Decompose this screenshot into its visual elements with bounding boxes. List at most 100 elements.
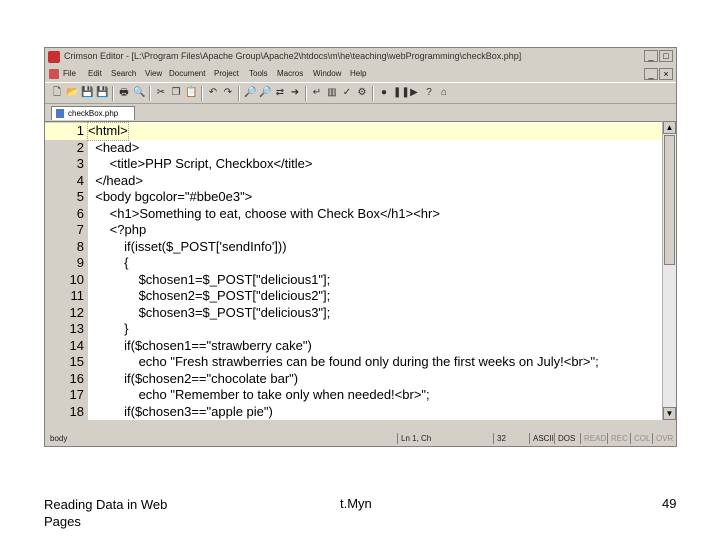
- document-menu-icon[interactable]: [49, 69, 59, 79]
- cut-icon[interactable]: ✂: [155, 87, 167, 99]
- save-all-icon[interactable]: 💾: [96, 87, 108, 99]
- scrollbar-thumb[interactable]: [664, 135, 675, 265]
- menu-help[interactable]: Help: [350, 69, 366, 78]
- tab-checkbox-php[interactable]: checkBox.php: [51, 106, 135, 120]
- home-icon[interactable]: ⌂: [438, 87, 450, 99]
- editor-window: Crimson Editor - [L:\Program Files\Apach…: [44, 47, 677, 447]
- find-icon[interactable]: 🔎: [244, 87, 256, 99]
- maximize-button[interactable]: □: [659, 50, 673, 62]
- menu-document[interactable]: Document: [169, 69, 205, 78]
- code-text: if(isset($_POST['sendInfo'])): [88, 238, 287, 254]
- toolbar-separator: [149, 86, 151, 101]
- menu-search[interactable]: Search: [111, 69, 136, 78]
- line-number: 12: [69, 304, 84, 320]
- print-preview-icon[interactable]: 🔍: [133, 87, 145, 99]
- doc-close-button[interactable]: ×: [659, 68, 673, 80]
- toolbar-separator: [372, 86, 374, 101]
- goto-icon[interactable]: ➜: [289, 87, 301, 99]
- line-number: 4: [76, 172, 84, 188]
- copy-icon[interactable]: ❐: [170, 87, 182, 99]
- menu-view[interactable]: View: [145, 69, 162, 78]
- code-line[interactable]: 18 if($chosen3=="apple pie"): [45, 404, 662, 421]
- code-line[interactable]: 12 $chosen3=$_POST["delicious3"];: [45, 305, 662, 322]
- print-icon[interactable]: 🖶: [118, 87, 130, 99]
- toolbar-separator: [305, 86, 307, 101]
- code-line[interactable]: 2 <head>: [45, 140, 662, 157]
- code-text: {: [88, 255, 129, 270]
- spell-check-icon[interactable]: ✓: [341, 87, 353, 99]
- toolbar-separator: [201, 86, 203, 101]
- line-number: 5: [76, 189, 84, 204]
- line-number: 17: [69, 387, 84, 402]
- window-title: Crimson Editor - [L:\Program Files\Apach…: [64, 51, 522, 61]
- code-line[interactable]: 15 echo "Fresh strawberries can be found…: [45, 354, 662, 371]
- code-line[interactable]: 16 if($chosen2=="chocolate bar"): [45, 371, 662, 388]
- word-wrap-icon[interactable]: ↵: [311, 87, 323, 99]
- line-number: 9: [76, 255, 84, 270]
- replace-icon[interactable]: ⇄: [274, 87, 286, 99]
- save-icon[interactable]: 💾: [81, 87, 93, 99]
- menu-tools[interactable]: Tools: [249, 69, 268, 78]
- code-text: if($chosen2=="chocolate bar"): [88, 370, 299, 386]
- tab-label: checkBox.php: [68, 109, 119, 118]
- line-number: 2: [76, 139, 84, 155]
- app-icon: [48, 51, 60, 63]
- line-number: 15: [69, 354, 84, 369]
- settings-icon[interactable]: ⚙: [356, 87, 368, 99]
- code-text: <html>: [87, 122, 129, 141]
- code-line[interactable]: 4 </head>: [45, 173, 662, 190]
- minimize-button[interactable]: _: [644, 50, 658, 62]
- undo-icon[interactable]: ↶: [207, 87, 219, 99]
- code-line[interactable]: 5 <body bgcolor="#bbe0e3">: [45, 189, 662, 206]
- code-text: <title>PHP Script, Checkbox</title>: [88, 156, 313, 171]
- code-text: echo "Remember to take only when needed!…: [88, 387, 430, 402]
- paste-icon[interactable]: 📋: [185, 87, 197, 99]
- code-line[interactable]: 6 <h1>Something to eat, choose with Chec…: [45, 206, 662, 223]
- find-next-icon[interactable]: 🔎: [259, 87, 271, 99]
- pause-icon[interactable]: ❚❚: [393, 87, 410, 99]
- line-number: 8: [76, 238, 84, 254]
- scroll-up-button[interactable]: ▲: [663, 121, 676, 134]
- vertical-scrollbar[interactable]: ▲ ▼: [662, 121, 676, 420]
- menu-window[interactable]: Window: [313, 69, 341, 78]
- record-icon[interactable]: ●: [378, 87, 390, 99]
- line-number: 13: [69, 321, 84, 336]
- help-icon[interactable]: ?: [423, 87, 435, 99]
- code-editor[interactable]: 1 <html> 2 <head> 3 <title>PHP Script, Chec…: [45, 121, 662, 420]
- menu-file[interactable]: File: [63, 69, 76, 78]
- line-number: 16: [69, 370, 84, 386]
- code-line[interactable]: 10 $chosen1=$_POST["delicious1"];: [45, 272, 662, 289]
- page-number: 49: [662, 496, 677, 511]
- new-file-icon[interactable]: 🗋: [51, 87, 63, 99]
- code-line[interactable]: 8 if(isset($_POST['sendInfo'])): [45, 239, 662, 256]
- code-line[interactable]: 1 <html>: [45, 122, 662, 141]
- code-line[interactable]: 7 <?php: [45, 222, 662, 239]
- toolbar-separator: [112, 86, 114, 101]
- code-text: $chosen2=$_POST["delicious2"];: [88, 288, 331, 303]
- title-bar[interactable]: Crimson Editor - [L:\Program Files\Apach…: [45, 48, 676, 66]
- scroll-down-button[interactable]: ▼: [663, 407, 676, 420]
- menu-edit[interactable]: Edit: [88, 69, 102, 78]
- code-line[interactable]: 17 echo "Remember to take only when need…: [45, 387, 662, 404]
- redo-icon[interactable]: ↷: [222, 87, 234, 99]
- status-ovr: OVR: [652, 433, 673, 444]
- status-col: COL: [630, 433, 650, 444]
- doc-minimize-button[interactable]: _: [644, 68, 658, 80]
- code-line[interactable]: 11 $chosen2=$_POST["delicious2"];: [45, 288, 662, 305]
- code-text: if($chosen3=="apple pie"): [88, 403, 273, 419]
- play-icon[interactable]: ▶: [408, 87, 420, 99]
- tab-bar: checkBox.php: [45, 105, 676, 121]
- status-bar: body Ln 1, Ch 32 ASCII DOS READ REC COL …: [45, 431, 676, 446]
- code-line[interactable]: 3 <title>PHP Script, Checkbox</title>: [45, 156, 662, 173]
- code-text: if($chosen1=="strawberry cake"): [88, 337, 312, 353]
- menu-project[interactable]: Project: [214, 69, 239, 78]
- code-line[interactable]: 9 {: [45, 255, 662, 272]
- open-file-icon[interactable]: 📂: [66, 87, 78, 99]
- menu-bar: File Edit Search View Document Project T…: [45, 67, 676, 81]
- code-line[interactable]: 13 }: [45, 321, 662, 338]
- line-number: 10: [69, 271, 84, 287]
- code-line[interactable]: 14 if($chosen1=="strawberry cake"): [45, 338, 662, 355]
- column-mode-icon[interactable]: ▥: [326, 87, 338, 99]
- menu-macros[interactable]: Macros: [277, 69, 303, 78]
- code-text: <body bgcolor="#bbe0e3">: [88, 189, 253, 204]
